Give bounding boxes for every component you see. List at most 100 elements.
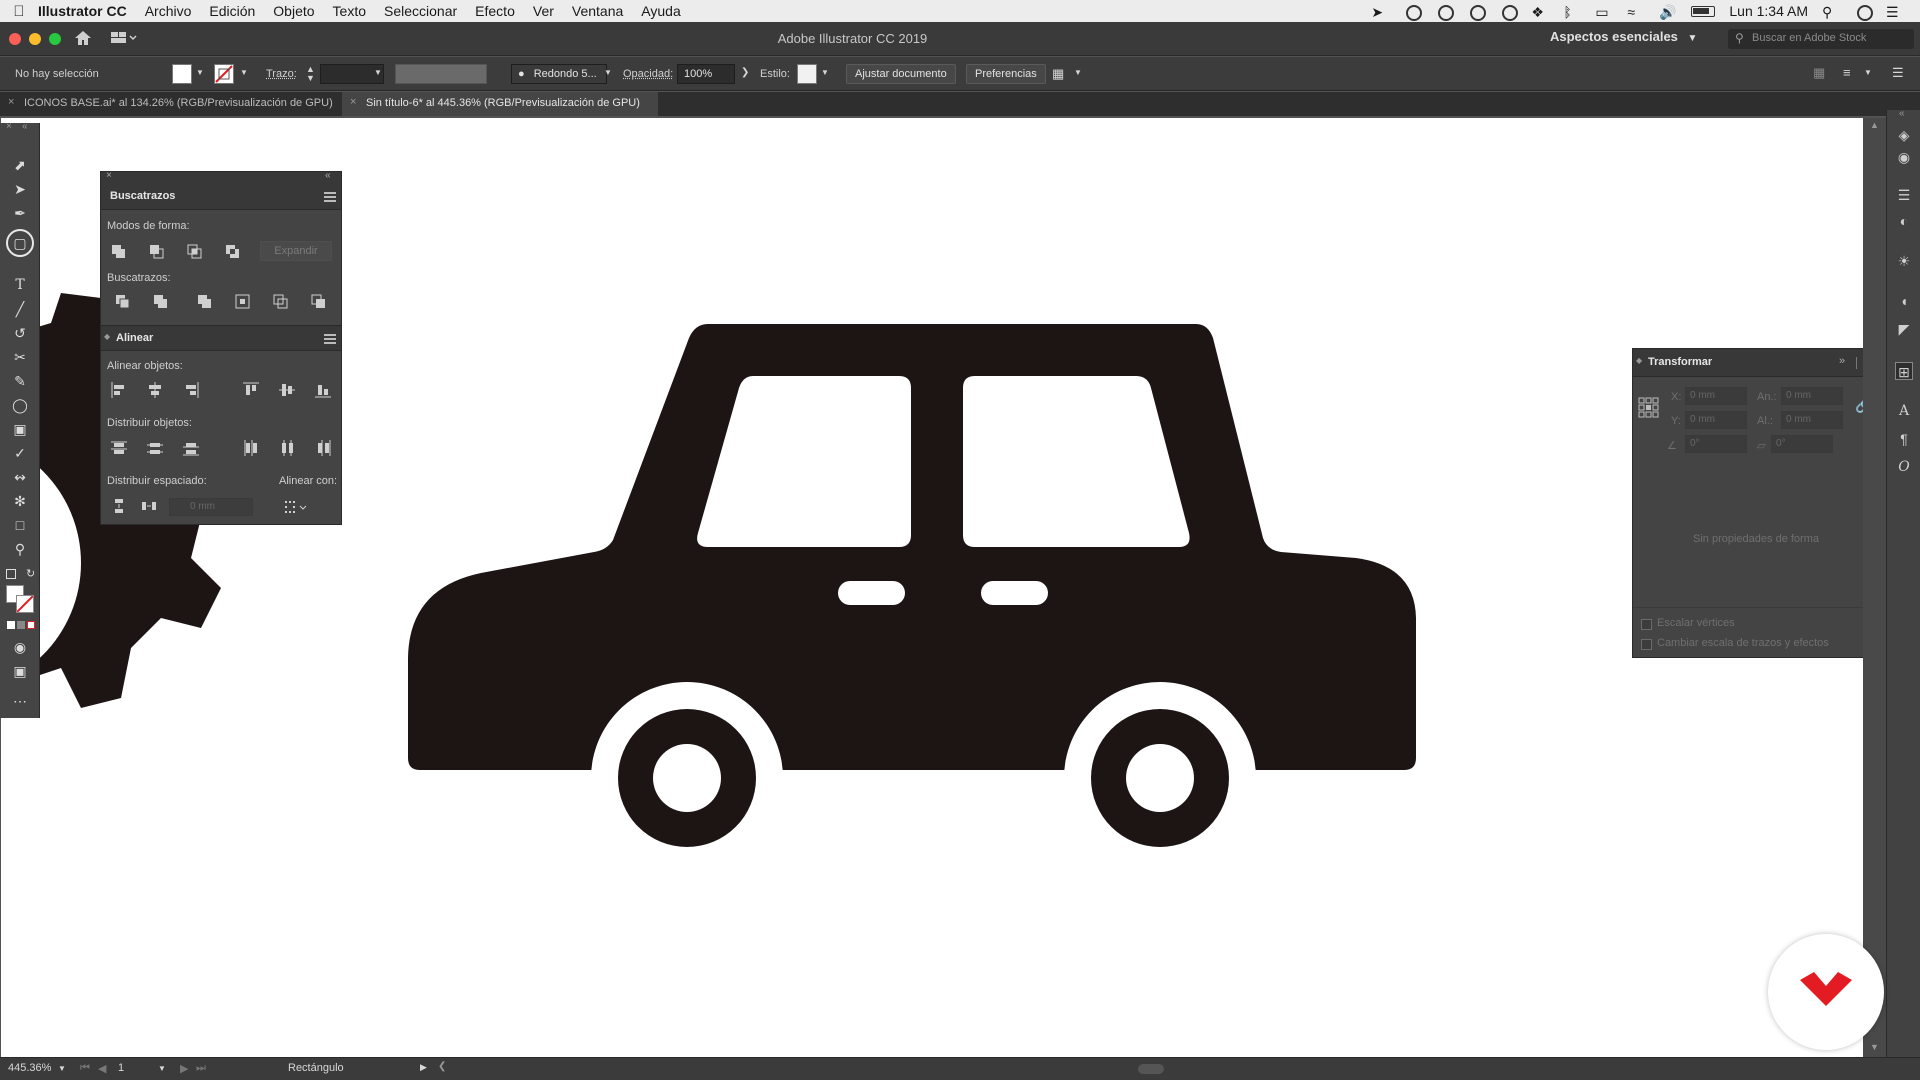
symbol-sprayer-tool-icon[interactable]: ✻: [10, 491, 30, 511]
scroll-left-icon[interactable]: ❮: [438, 1061, 446, 1072]
x-field[interactable]: 0 mm: [1685, 387, 1747, 405]
swap-colors-icon[interactable]: ↻: [26, 567, 35, 580]
battery-icon[interactable]: [1691, 5, 1716, 17]
appearance-icon[interactable]: ◐: [1895, 212, 1913, 230]
opentype-icon[interactable]: O: [1895, 458, 1913, 476]
selection-tool-icon[interactable]: ⬈: [10, 155, 30, 175]
location-icon[interactable]: ➤: [1371, 4, 1389, 20]
color-guide-icon[interactable]: ◖: [1895, 292, 1913, 310]
chevron-down-icon[interactable]: ▼: [374, 68, 382, 77]
document-setup-button[interactable]: Ajustar documento: [846, 64, 956, 84]
stroke-swatch[interactable]: [214, 64, 234, 84]
chevron-down-icon[interactable]: ▼: [1074, 68, 1082, 77]
distribute-right-icon[interactable]: [315, 440, 331, 456]
perspective-tool-icon[interactable]: ▣: [10, 419, 30, 439]
clock[interactable]: Lun 1:34 AM: [1729, 3, 1808, 19]
menu-texto[interactable]: Texto: [333, 3, 366, 19]
character-icon[interactable]: A: [1895, 402, 1913, 420]
reference-point-icon[interactable]: [1638, 397, 1660, 419]
chevron-down-icon[interactable]: ▼: [604, 68, 612, 77]
scroll-up-icon[interactable]: ▲: [1870, 120, 1879, 130]
width-tool-icon[interactable]: ✎: [10, 371, 30, 391]
last-artboard-icon[interactable]: ⏭: [196, 1062, 206, 1075]
panel-menu-icon[interactable]: [324, 192, 336, 202]
distribute-horizontal-center-icon[interactable]: [279, 440, 295, 456]
shear-field[interactable]: 0°: [1771, 435, 1833, 453]
screen-mode-icon[interactable]: ▣: [10, 661, 30, 681]
tab-transform[interactable]: Transformar: [1648, 356, 1712, 368]
first-artboard-icon[interactable]: ⏮: [80, 1062, 90, 1075]
default-colors-icon[interactable]: [6, 569, 16, 579]
chevron-down-icon[interactable]: ▼: [240, 68, 248, 77]
shape-builder-tool-icon[interactable]: ◯: [10, 395, 30, 415]
collapse-icon[interactable]: «: [1899, 108, 1905, 119]
align-to-select[interactable]: [283, 498, 313, 516]
layers-icon[interactable]: ◈: [1895, 126, 1913, 144]
align-vertical-center-icon[interactable]: [279, 382, 295, 398]
artboard-tool-icon[interactable]: □: [10, 515, 30, 535]
chevron-down-icon[interactable]: ▼: [1864, 68, 1872, 77]
scale-strokes-checkbox[interactable]: [1641, 639, 1652, 650]
distribute-bottom-icon[interactable]: [183, 440, 199, 456]
wifi-icon[interactable]: ≈: [1627, 4, 1645, 20]
height-field[interactable]: 0 mm: [1781, 411, 1843, 429]
rectangle-tool-icon[interactable]: ▢: [6, 229, 34, 257]
menu-seleccionar[interactable]: Seleccionar: [384, 3, 457, 19]
menu-ayuda[interactable]: Ayuda: [641, 3, 680, 19]
close-icon[interactable]: ×: [106, 170, 112, 181]
align-right-icon[interactable]: [183, 382, 199, 398]
minus-front-icon[interactable]: [149, 244, 165, 260]
close-icon[interactable]: ×: [8, 96, 14, 108]
distribute-vertical-center-icon[interactable]: [147, 440, 163, 456]
siri-icon[interactable]: [1854, 4, 1873, 21]
chevron-right-icon[interactable]: ❯: [741, 67, 749, 78]
outline-icon[interactable]: [273, 294, 289, 310]
collapse-icon[interactable]: «: [22, 121, 28, 132]
collapse-toggle-icon[interactable]: ◆: [1636, 356, 1642, 365]
menu-edicion[interactable]: Edición: [209, 3, 255, 19]
menu-objeto[interactable]: Objeto: [273, 3, 314, 19]
opacity-field[interactable]: 100%: [677, 64, 735, 84]
properties-icon[interactable]: ☰: [1895, 186, 1913, 204]
menu-efecto[interactable]: Efecto: [475, 3, 515, 19]
align-horizontal-center-icon[interactable]: [147, 382, 163, 398]
align-to-icon[interactable]: ≡: [1843, 65, 1851, 80]
horizontal-distribute-space-icon[interactable]: [141, 498, 157, 514]
spotlight-search-icon[interactable]: ⚲: [1822, 4, 1840, 20]
chevron-down-icon[interactable]: ▼: [58, 1064, 66, 1073]
rotate-tool-icon[interactable]: ↺: [10, 323, 30, 343]
divide-icon[interactable]: [115, 294, 131, 310]
stroke-panel-icon[interactable]: ◤: [1895, 320, 1913, 338]
arrange-icon[interactable]: ▦: [1052, 66, 1064, 82]
nvidia-icon[interactable]: [1499, 4, 1519, 21]
dropbox-icon[interactable]: ❖: [1531, 4, 1549, 20]
chevron-down-icon[interactable]: ▼: [196, 68, 204, 77]
panel-menu-icon[interactable]: [324, 334, 336, 344]
chevron-down-icon[interactable]: ▼: [158, 1064, 166, 1073]
merge-icon[interactable]: [197, 294, 213, 310]
tab-sin-titulo-6[interactable]: × Sin título-6* al 445.36% (RGB/Previsua…: [342, 92, 658, 116]
close-icon[interactable]: ×: [350, 96, 356, 108]
close-icon[interactable]: ×: [6, 121, 12, 132]
fill-swatch[interactable]: [172, 64, 192, 84]
workspace-switcher[interactable]: Aspectos esenciales ▼: [1550, 29, 1697, 44]
paragraph-icon[interactable]: ¶: [1895, 430, 1913, 448]
unite-icon[interactable]: [111, 244, 127, 260]
menu-app-name[interactable]: Illustrator CC: [38, 3, 127, 19]
align-bottom-icon[interactable]: [315, 382, 331, 398]
previous-artboard-icon[interactable]: ◀: [98, 1062, 106, 1075]
line-tool-icon[interactable]: ╱: [10, 299, 30, 319]
notification-center-icon[interactable]: ☰: [1886, 4, 1904, 20]
stock-search-input[interactable]: ⚲ Buscar en Adobe Stock: [1728, 29, 1914, 49]
transform-panel-icon[interactable]: ⊞: [1895, 362, 1913, 380]
next-artboard-icon[interactable]: ▶: [180, 1062, 188, 1075]
stroke-color-swatch[interactable]: [16, 595, 34, 613]
trim-icon[interactable]: [153, 294, 169, 310]
bluetooth-icon[interactable]: ᛔ: [1563, 4, 1581, 20]
eyedropper-tool-icon[interactable]: ✓: [10, 443, 30, 463]
brush-definition-select[interactable]: ● Redondo 5...: [511, 64, 607, 84]
collapse-toggle-icon[interactable]: ◆: [104, 332, 110, 341]
intersect-icon[interactable]: [187, 244, 203, 260]
color-icon[interactable]: ☀: [1895, 252, 1913, 270]
status-menu-icon[interactable]: ▶: [420, 1062, 427, 1073]
